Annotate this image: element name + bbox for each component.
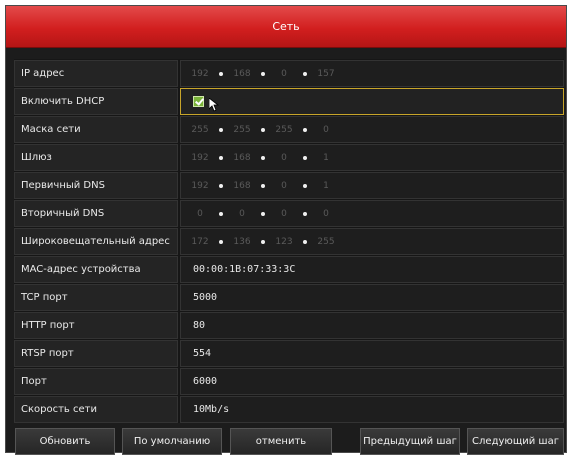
tcp-port-label: TCP порт [14, 284, 178, 311]
next-step-button[interactable]: Следующий шаг [467, 428, 564, 455]
sdns-octet-1: 0 [197, 208, 203, 219]
ip-dot [303, 71, 307, 76]
subnet-mask-label: Маска сети [14, 116, 178, 143]
previous-step-button[interactable]: Предыдущий шаг [360, 428, 460, 455]
row-mac-address: MAC-адрес устройства 00:00:1B:07:33:3C [14, 256, 564, 283]
gateway-octet-3: 0 [281, 152, 287, 163]
broadcast-address-label: Широковещательный адрес [14, 228, 178, 255]
gateway-field[interactable]: 192 168 0 1 [180, 144, 564, 171]
ip-dot [219, 239, 223, 244]
bcast-octet-2: 136 [233, 236, 251, 247]
mouse-pointer-icon [209, 97, 219, 112]
row-ip-address: IP адрес 192 168 0 157 [14, 60, 564, 87]
enable-dhcp-field[interactable] [180, 88, 564, 115]
sdns-octet-4: 0 [323, 208, 329, 219]
ip-dot [219, 71, 223, 76]
ip-address-label: IP адрес [14, 60, 178, 87]
ip-octet-2: 168 [233, 68, 251, 79]
mask-octet-2: 255 [233, 124, 251, 135]
sdns-octet-3: 0 [281, 208, 287, 219]
tcp-port-field[interactable]: 5000 [180, 284, 564, 311]
ip-octet-1: 192 [191, 68, 209, 79]
row-enable-dhcp: Включить DHCP [14, 88, 564, 115]
row-secondary-dns: Вторичный DNS 0 0 0 0 [14, 200, 564, 227]
secondary-dns-label: Вторичный DNS [14, 200, 178, 227]
window-title-bar: Сеть [6, 6, 566, 48]
window-title: Сеть [272, 20, 300, 33]
gateway-octet-4: 1 [323, 152, 329, 163]
http-port-field[interactable]: 80 [180, 312, 564, 339]
mask-octet-4: 0 [323, 124, 329, 135]
ip-octet-3: 0 [281, 68, 287, 79]
refresh-button[interactable]: Обновить [15, 428, 115, 455]
mac-address-value: 00:00:1B:07:33:3C [180, 256, 564, 283]
pdns-octet-1: 192 [191, 180, 209, 191]
ip-dot [261, 71, 265, 76]
ip-dot [261, 127, 265, 132]
settings-panel: IP адрес 192 168 0 157 Включить DHCP Мас… [14, 59, 564, 423]
bcast-octet-3: 123 [275, 236, 293, 247]
row-port: Порт 6000 [14, 368, 564, 395]
broadcast-address-field[interactable]: 172 136 123 255 [180, 228, 564, 255]
ip-dot [261, 211, 265, 216]
row-network-speed: Скорость сети 10Mb/s [14, 396, 564, 423]
ip-address-field[interactable]: 192 168 0 157 [180, 60, 564, 87]
row-gateway: Шлюз 192 168 0 1 [14, 144, 564, 171]
ip-dot [261, 155, 265, 160]
bcast-octet-4: 255 [317, 236, 335, 247]
rtsp-port-label: RTSP порт [14, 340, 178, 367]
button-bar: Обновить По умолчанию отменить Предыдущи… [14, 428, 564, 456]
row-http-port: HTTP порт 80 [14, 312, 564, 339]
ip-dot [219, 155, 223, 160]
row-tcp-port: TCP порт 5000 [14, 284, 564, 311]
row-subnet-mask: Маска сети 255 255 255 0 [14, 116, 564, 143]
row-primary-dns: Первичный DNS 192 168 0 1 [14, 172, 564, 199]
secondary-dns-field[interactable]: 0 0 0 0 [180, 200, 564, 227]
subnet-mask-field[interactable]: 255 255 255 0 [180, 116, 564, 143]
gateway-label: Шлюз [14, 144, 178, 171]
ip-dot [303, 211, 307, 216]
mac-address-label: MAC-адрес устройства [14, 256, 178, 283]
default-button[interactable]: По умолчанию [122, 428, 222, 455]
http-port-label: HTTP порт [14, 312, 178, 339]
rtsp-port-field[interactable]: 554 [180, 340, 564, 367]
network-speed-label: Скорость сети [14, 396, 178, 423]
cancel-button[interactable]: отменить [230, 428, 332, 455]
row-rtsp-port: RTSP порт 554 [14, 340, 564, 367]
ip-octet-4: 157 [317, 68, 335, 79]
ip-dot [303, 155, 307, 160]
ip-dot [219, 211, 223, 216]
ip-dot [303, 183, 307, 188]
enable-dhcp-label: Включить DHCP [14, 88, 178, 115]
gateway-octet-2: 168 [233, 152, 251, 163]
bcast-octet-1: 172 [191, 236, 209, 247]
ip-dot [219, 183, 223, 188]
dhcp-checkbox[interactable] [193, 96, 204, 107]
ip-dot [261, 183, 265, 188]
port-field[interactable]: 6000 [180, 368, 564, 395]
gateway-octet-1: 192 [191, 152, 209, 163]
ip-dot [303, 239, 307, 244]
network-speed-value[interactable]: 10Mb/s [180, 396, 564, 423]
ip-dot [219, 127, 223, 132]
pdns-octet-2: 168 [233, 180, 251, 191]
mask-octet-3: 255 [275, 124, 293, 135]
ip-dot [261, 239, 265, 244]
row-broadcast-address: Широковещательный адрес 172 136 123 255 [14, 228, 564, 255]
network-settings-window: Сеть IP адрес 192 168 0 157 Включить DHC… [5, 5, 567, 456]
primary-dns-label: Первичный DNS [14, 172, 178, 199]
mask-octet-1: 255 [191, 124, 209, 135]
pdns-octet-4: 1 [323, 180, 329, 191]
port-label: Порт [14, 368, 178, 395]
pdns-octet-3: 0 [281, 180, 287, 191]
primary-dns-field[interactable]: 192 168 0 1 [180, 172, 564, 199]
sdns-octet-2: 0 [239, 208, 245, 219]
ip-dot [303, 127, 307, 132]
